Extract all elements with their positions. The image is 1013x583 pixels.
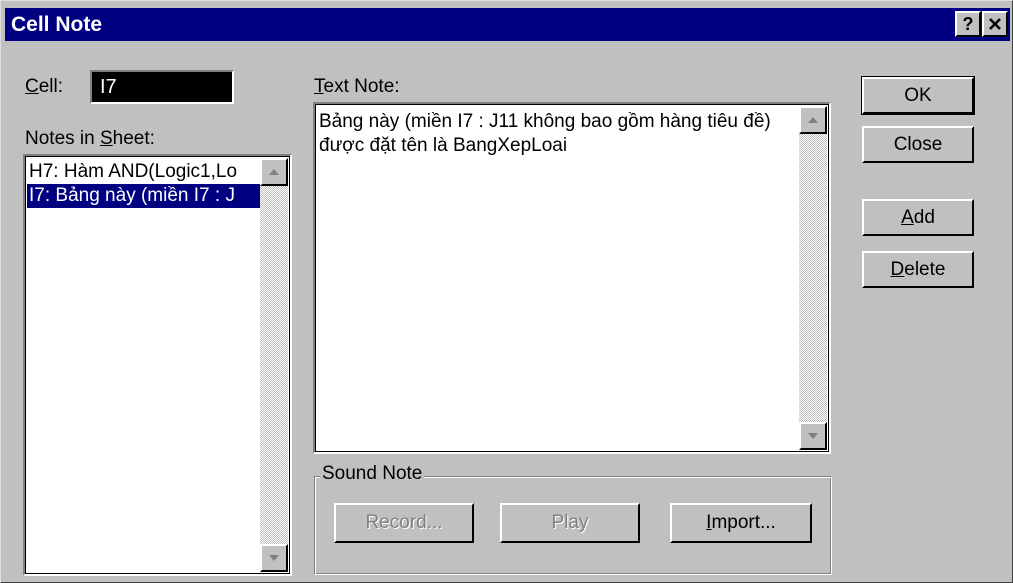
scroll-down-button[interactable]: [260, 544, 288, 572]
text-note-textarea[interactable]: Bảng này (miền I7 : J11 không bao gồm hà…: [313, 102, 831, 454]
add-button[interactable]: Add: [862, 199, 974, 236]
scroll-up-arrow-icon: [269, 169, 279, 175]
ok-button[interactable]: OK: [861, 76, 975, 115]
delete-button[interactable]: Delete: [862, 251, 974, 288]
title-bar[interactable]: Cell Note ?: [5, 8, 1010, 41]
sound-note-label: Sound Note: [320, 463, 425, 485]
notes-list[interactable]: H7: Hàm AND(Logic1,Lo I7: Bảng này (miền…: [23, 154, 292, 576]
play-button[interactable]: Play: [500, 503, 640, 543]
help-button[interactable]: ?: [955, 11, 981, 37]
cell-label: Cell:: [25, 76, 64, 97]
cell-reference-field[interactable]: I7: [90, 70, 234, 104]
close-icon: [989, 18, 1001, 30]
scroll-down-arrow-icon: [269, 555, 279, 561]
close-button[interactable]: Close: [862, 126, 974, 163]
scroll-up-button[interactable]: [799, 106, 827, 134]
close-window-button[interactable]: [982, 11, 1008, 37]
scroll-up-button[interactable]: [260, 158, 288, 186]
scroll-down-button[interactable]: [799, 422, 827, 450]
text-note-scrollbar[interactable]: [799, 106, 827, 450]
scroll-down-arrow-icon: [808, 433, 818, 439]
cell-note-dialog: Cell Note ? Cell: I7 Notes in Sheet: H7:…: [0, 0, 1013, 583]
import-button[interactable]: Import...: [670, 503, 812, 543]
text-note-content: Bảng này (miền I7 : J11 không bao gồm hà…: [319, 111, 771, 156]
notes-in-sheet-label: Notes in Sheet:: [25, 128, 155, 149]
notes-list-scrollbar[interactable]: [260, 158, 288, 572]
record-button[interactable]: Record...: [334, 503, 474, 543]
text-note-label: Text Note:: [314, 76, 400, 97]
scroll-up-arrow-icon: [808, 117, 818, 123]
window-title: Cell Note: [11, 13, 103, 36]
list-item[interactable]: H7: Hàm AND(Logic1,Lo: [27, 160, 265, 184]
list-item-selected[interactable]: I7: Bảng này (miền I7 : J: [27, 184, 265, 208]
